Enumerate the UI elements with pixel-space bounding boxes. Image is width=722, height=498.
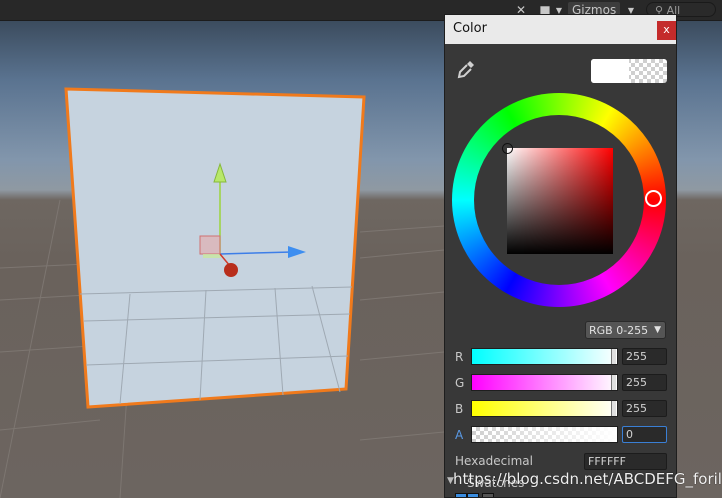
- swatch-item[interactable]: [455, 493, 467, 497]
- add-swatch-button[interactable]: [482, 493, 494, 497]
- blue-slider[interactable]: [471, 400, 618, 417]
- eyedropper-icon[interactable]: [456, 59, 476, 81]
- opaque-preview: [591, 59, 629, 83]
- alpha-value-field[interactable]: 0: [622, 426, 667, 443]
- chevron-down-icon: ▼: [654, 325, 661, 335]
- channel-label-g: G: [455, 376, 465, 390]
- watermark-text: https://blog.csdn.net/ABCDEFG_forill: [453, 470, 722, 488]
- red-slider-handle[interactable]: [611, 349, 616, 364]
- swatch-item[interactable]: [467, 493, 479, 497]
- blue-slider-handle[interactable]: [611, 401, 616, 416]
- alpha-slider[interactable]: [471, 426, 618, 443]
- close-button[interactable]: x: [657, 21, 676, 40]
- channel-label-b: B: [455, 402, 464, 416]
- saturation-value-handle[interactable]: [502, 143, 513, 154]
- hexadecimal-label: Hexadecimal: [455, 454, 533, 468]
- green-value-field[interactable]: 255: [622, 374, 667, 391]
- saturation-value-square[interactable]: [507, 148, 613, 254]
- hue-handle[interactable]: [645, 190, 662, 207]
- color-preview-swatch: [591, 59, 667, 83]
- blue-value-field[interactable]: 255: [622, 400, 667, 417]
- color-mode-dropdown[interactable]: RGB 0-255 ▼: [585, 321, 666, 339]
- hexadecimal-field[interactable]: FFFFFF: [584, 453, 667, 470]
- color-picker-window[interactable]: Color x RGB 0-255 ▼ R 255 G 255 B 255 A …: [444, 14, 677, 498]
- green-slider[interactable]: [471, 374, 618, 391]
- color-mode-label: RGB 0-255: [589, 324, 649, 337]
- red-slider[interactable]: [471, 348, 618, 365]
- green-slider-handle[interactable]: [611, 375, 616, 390]
- channel-label-r: R: [455, 350, 464, 364]
- color-window-title: Color: [453, 21, 487, 36]
- color-window-titlebar[interactable]: Color x: [445, 15, 676, 44]
- red-value-field[interactable]: 255: [622, 348, 667, 365]
- channel-label-a: A: [455, 428, 464, 442]
